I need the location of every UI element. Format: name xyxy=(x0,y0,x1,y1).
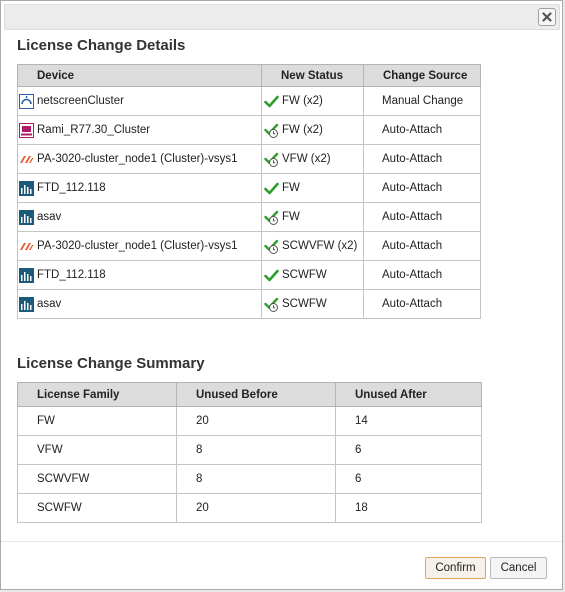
device-cell: PA-3020-cluster_node1 (Cluster)-vsys1 xyxy=(17,144,262,174)
device-name: Rami_R77.30_Cluster xyxy=(37,124,151,136)
column-header-change-source[interactable]: Change Source xyxy=(363,64,481,87)
change-source: Auto-Attach xyxy=(363,231,481,261)
column-header-new-status[interactable]: New Status xyxy=(261,64,364,87)
check-clock-icon xyxy=(264,152,279,167)
unused-after: 6 xyxy=(335,435,482,465)
details-header-row: Device New Status Change Source xyxy=(17,64,481,87)
change-source: Auto-Attach xyxy=(363,144,481,174)
cisco-icon xyxy=(19,296,34,312)
license-family: FW xyxy=(17,406,177,436)
status-cell: SCWFW xyxy=(261,260,364,290)
netscreen-icon xyxy=(19,93,34,109)
check-icon xyxy=(264,268,279,283)
device-cell: Rami_R77.30_Cluster xyxy=(17,115,262,145)
new-status: SCWVFW (x2) xyxy=(282,240,358,252)
status-cell: SCWFW xyxy=(261,289,364,319)
check-icon xyxy=(264,94,279,109)
check-clock-icon xyxy=(264,297,279,312)
license-change-summary-table: License Family Unused Before Unused Afte… xyxy=(17,382,482,523)
table-row[interactable]: VFW 8 6 xyxy=(17,435,482,465)
device-cell: FTD_112.118 xyxy=(17,260,262,290)
device-name: netscreenCluster xyxy=(37,95,124,107)
dialog-titlebar xyxy=(4,4,560,30)
table-row[interactable]: SCWVFW 8 6 xyxy=(17,464,482,494)
device-name: FTD_112.118 xyxy=(37,269,106,281)
unused-before: 8 xyxy=(176,464,336,494)
device-cell: asav xyxy=(17,202,262,232)
cisco-icon xyxy=(19,180,34,196)
device-cell: PA-3020-cluster_node1 (Cluster)-vsys1 xyxy=(17,231,262,261)
status-cell: FW (x2) xyxy=(261,86,364,116)
new-status: FW (x2) xyxy=(282,124,323,136)
license-change-dialog: License Change Details Device New Status… xyxy=(0,0,563,590)
status-cell: FW xyxy=(261,173,364,203)
device-cell: FTD_112.118 xyxy=(17,173,262,203)
status-cell: FW (x2) xyxy=(261,115,364,145)
unused-after: 14 xyxy=(335,406,482,436)
close-button[interactable] xyxy=(538,8,556,26)
license-family: VFW xyxy=(17,435,177,465)
device-cell: netscreenCluster xyxy=(17,86,262,116)
change-source: Auto-Attach xyxy=(363,115,481,145)
new-status: FW xyxy=(282,182,300,194)
column-header-unused-before[interactable]: Unused Before xyxy=(176,382,336,407)
table-row[interactable]: asav SCWFW Auto-Attach xyxy=(17,289,481,319)
table-row[interactable]: PA-3020-cluster_node1 (Cluster)-vsys1 SCW… xyxy=(17,231,481,261)
table-row[interactable]: netscreenCluster FW (x2) Manual Change xyxy=(17,86,481,116)
unused-before: 20 xyxy=(176,406,336,436)
table-row[interactable]: FTD_112.118 SCWFW Auto-Attach xyxy=(17,260,481,290)
unused-after: 6 xyxy=(335,464,482,494)
new-status: FW (x2) xyxy=(282,95,323,107)
column-header-unused-after[interactable]: Unused After xyxy=(335,382,482,407)
status-cell: SCWVFW (x2) xyxy=(261,231,364,261)
confirm-button[interactable]: Confirm xyxy=(425,557,486,579)
check-clock-icon xyxy=(264,123,279,138)
table-row[interactable]: PA-3020-cluster_node1 (Cluster)-vsys1 VFW… xyxy=(17,144,481,174)
new-status: VFW (x2) xyxy=(282,153,331,165)
check-clock-icon xyxy=(264,239,279,254)
device-name: asav xyxy=(37,211,62,223)
device-name: PA-3020-cluster_node1 (Cluster)-vsys1 xyxy=(37,240,238,252)
license-change-details-table: Device New Status Change Source netscree… xyxy=(17,64,481,319)
new-status: SCWFW xyxy=(282,269,327,281)
unused-before: 20 xyxy=(176,493,336,523)
check-icon xyxy=(264,181,279,196)
change-source: Auto-Attach xyxy=(363,202,481,232)
table-row[interactable]: FTD_112.118 FW Auto-Attach xyxy=(17,173,481,203)
column-header-license-family[interactable]: License Family xyxy=(17,382,177,407)
close-icon xyxy=(542,12,552,22)
table-row[interactable]: asav FW Auto-Attach xyxy=(17,202,481,232)
paloalto-icon xyxy=(19,152,34,167)
change-source: Auto-Attach xyxy=(363,173,481,203)
status-cell: VFW (x2) xyxy=(261,144,364,174)
cancel-button[interactable]: Cancel xyxy=(490,557,547,579)
device-name: FTD_112.118 xyxy=(37,182,106,194)
new-status: FW xyxy=(282,211,300,223)
table-row[interactable]: Rami_R77.30_Cluster FW (x2) Auto-Attach xyxy=(17,115,481,145)
device-cell: asav xyxy=(17,289,262,319)
unused-after: 18 xyxy=(335,493,482,523)
summary-title: License Change Summary xyxy=(17,355,205,372)
table-row[interactable]: SCWFW 20 18 xyxy=(17,493,482,523)
column-header-device[interactable]: Device xyxy=(17,64,262,87)
summary-header-row: License Family Unused Before Unused Afte… xyxy=(17,382,482,407)
change-source: Auto-Attach xyxy=(363,260,481,290)
change-source: Auto-Attach xyxy=(363,289,481,319)
unused-before: 8 xyxy=(176,435,336,465)
status-cell: FW xyxy=(261,202,364,232)
check-clock-icon xyxy=(264,210,279,225)
cisco-icon xyxy=(19,267,34,283)
footer-divider xyxy=(1,541,562,542)
device-name: asav xyxy=(37,298,62,310)
cisco-icon xyxy=(19,209,34,225)
paloalto-icon xyxy=(19,239,34,254)
table-row[interactable]: FW 20 14 xyxy=(17,406,482,436)
license-family: SCWFW xyxy=(17,493,177,523)
details-title: License Change Details xyxy=(17,37,186,54)
new-status: SCWFW xyxy=(282,298,327,310)
device-name: PA-3020-cluster_node1 (Cluster)-vsys1 xyxy=(37,153,238,165)
checkpoint-icon xyxy=(19,122,34,138)
license-family: SCWVFW xyxy=(17,464,177,494)
change-source: Manual Change xyxy=(363,86,481,116)
